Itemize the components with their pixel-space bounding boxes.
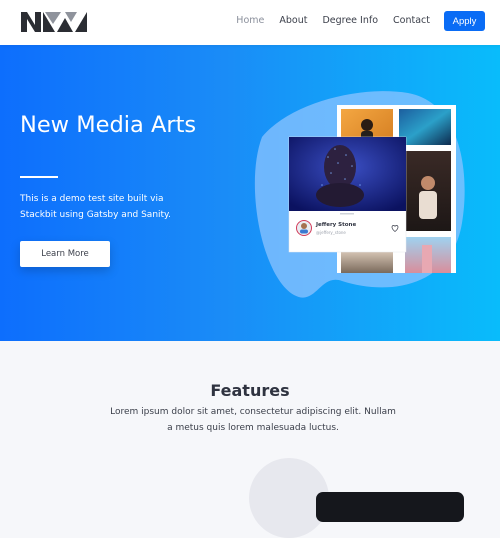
hero-illustration: Jeffery Stone @jeffery_stone: [254, 91, 465, 298]
features-text: Lorem ipsum dolor sit amet, consectetur …: [110, 407, 396, 433]
main-nav: Home About Degree Info Contact Apply: [221, 11, 485, 31]
nav-degree-info-link[interactable]: Degree Info: [322, 11, 378, 31]
site-header: Home About Degree Info Contact Apply: [0, 0, 500, 45]
nma-logo-icon[interactable]: [21, 12, 87, 32]
nav-contact-link[interactable]: Contact: [393, 11, 430, 31]
features-title: Features: [210, 381, 290, 400]
nav-home-link[interactable]: Home: [236, 11, 264, 31]
apply-button[interactable]: Apply: [444, 11, 485, 31]
nav-about-link[interactable]: About: [279, 11, 307, 31]
decorative-dark-card: [316, 492, 464, 522]
hero-section: New Media Arts This is a demo test site …: [0, 45, 500, 341]
photo-tile-rooftops: [341, 251, 393, 273]
photo-tile-lights: [399, 109, 451, 145]
profile-handle: @jeffery_stone: [316, 230, 346, 235]
profile-name: Jeffery Stone: [315, 222, 356, 228]
